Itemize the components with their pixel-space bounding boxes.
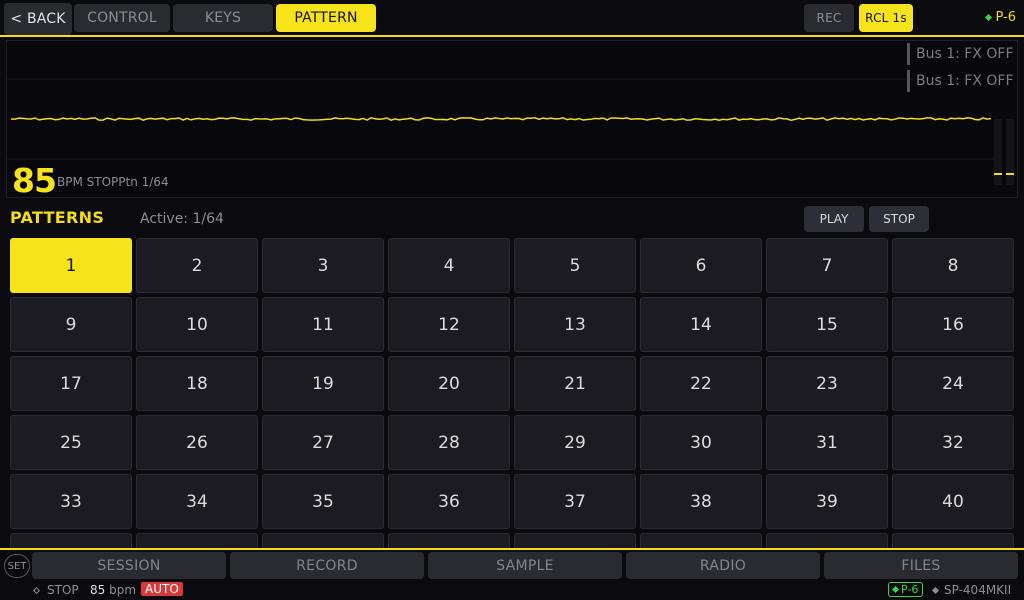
- bpm-number: 85: [90, 583, 106, 597]
- pattern-pad[interactable]: 6: [640, 238, 762, 293]
- tab-pattern[interactable]: PATTERN: [276, 4, 376, 32]
- tab-keys[interactable]: KEYS: [173, 4, 273, 32]
- pattern-pad[interactable]: 2: [136, 238, 258, 293]
- pattern-pad[interactable]: 13: [514, 297, 636, 352]
- bus-label: Bus 1: FX OFF: [907, 43, 1015, 65]
- waveform-panel: Bus 1: FX OFF Bus 1: FX OFF 85 BPM STOPP…: [6, 40, 1018, 200]
- pattern-pad[interactable]: 5: [514, 238, 636, 293]
- pattern-pad[interactable]: 26: [136, 415, 258, 470]
- transport-status: STOP: [32, 583, 79, 597]
- pattern-pad[interactable]: 39: [766, 474, 888, 529]
- waveform-display: [7, 78, 997, 160]
- pattern-pad[interactable]: 15: [766, 297, 888, 352]
- pattern-pad[interactable]: 46: [640, 533, 762, 548]
- nav-sample[interactable]: SAMPLE: [428, 552, 622, 579]
- pattern-pad[interactable]: 7: [766, 238, 888, 293]
- device-badge-label: P-6: [901, 583, 919, 596]
- pattern-pad[interactable]: 25: [10, 415, 132, 470]
- pattern-pad[interactable]: 17: [10, 356, 132, 411]
- waveform-line: [10, 117, 992, 122]
- pattern-pad[interactable]: 14: [640, 297, 762, 352]
- pattern-pad[interactable]: 21: [514, 356, 636, 411]
- tab-control[interactable]: CONTROL: [74, 4, 170, 32]
- pattern-pad[interactable]: 22: [640, 356, 762, 411]
- pattern-pad[interactable]: 10: [136, 297, 258, 352]
- divider: [0, 548, 1024, 550]
- pattern-pad[interactable]: 42: [136, 533, 258, 548]
- nav-radio[interactable]: RADIO: [626, 552, 820, 579]
- status-bpm: 85 bpm: [90, 583, 136, 597]
- pattern-pad[interactable]: 19: [262, 356, 384, 411]
- pattern-pad[interactable]: 44: [388, 533, 510, 548]
- nav-files[interactable]: FILES: [824, 552, 1018, 579]
- pattern-pad[interactable]: 30: [640, 415, 762, 470]
- pattern-pad[interactable]: 36: [388, 474, 510, 529]
- pattern-pad[interactable]: 31: [766, 415, 888, 470]
- pattern-pad[interactable]: 35: [262, 474, 384, 529]
- pattern-pad[interactable]: 45: [514, 533, 636, 548]
- bpm-value: 85: [12, 161, 57, 200]
- pattern-pad[interactable]: 16: [892, 297, 1014, 352]
- pattern-pad[interactable]: 38: [640, 474, 762, 529]
- recall-button[interactable]: RCL 1s: [859, 4, 913, 32]
- auto-badge: AUTO: [141, 582, 183, 596]
- pattern-pad[interactable]: 41: [10, 533, 132, 548]
- pattern-pad[interactable]: 43: [262, 533, 384, 548]
- pattern-pad[interactable]: 11: [262, 297, 384, 352]
- pattern-pad[interactable]: 40: [892, 474, 1014, 529]
- pattern-pad[interactable]: 48: [892, 533, 1014, 548]
- model-icon: [931, 586, 940, 594]
- pattern-pad[interactable]: 32: [892, 415, 1014, 470]
- back-button[interactable]: < BACK: [4, 3, 72, 35]
- pattern-pad[interactable]: 34: [136, 474, 258, 529]
- status-bar: STOP 85 bpm AUTO P-6 SP-404MKII: [0, 580, 1024, 600]
- connected-icon: [891, 585, 900, 594]
- pattern-pad[interactable]: 4: [388, 238, 510, 293]
- play-button[interactable]: PLAY: [804, 206, 864, 232]
- pattern-pad[interactable]: 12: [388, 297, 510, 352]
- device-label: P-6: [995, 10, 1016, 25]
- pattern-pad[interactable]: 18: [136, 356, 258, 411]
- stop-button[interactable]: STOP: [869, 206, 929, 232]
- pattern-pad[interactable]: 47: [766, 533, 888, 548]
- nav-session[interactable]: SESSION: [32, 552, 226, 579]
- transport-state: STOP: [47, 583, 79, 597]
- stop-indicator-icon: [32, 586, 41, 594]
- top-bar: < BACK CONTROL KEYS PATTERN REC RCL 1s P…: [0, 0, 1024, 37]
- pattern-pad[interactable]: 27: [262, 415, 384, 470]
- pattern-pad[interactable]: 9: [10, 297, 132, 352]
- pattern-pad[interactable]: 3: [262, 238, 384, 293]
- pattern-pad[interactable]: 20: [388, 356, 510, 411]
- device-indicator: P-6: [985, 10, 1016, 25]
- pattern-pad[interactable]: 24: [892, 356, 1014, 411]
- active-pattern-text: Active: 1/64: [140, 211, 224, 227]
- bpm-unit: bpm: [109, 583, 137, 597]
- nav-record[interactable]: RECORD: [230, 552, 424, 579]
- device-badge: P-6: [888, 582, 924, 597]
- level-meter-right: [1006, 119, 1014, 185]
- settings-button[interactable]: SET: [4, 554, 30, 578]
- rec-button[interactable]: REC: [804, 4, 854, 32]
- model-name: SP-404MKII: [944, 583, 1012, 597]
- pattern-pad[interactable]: 8: [892, 238, 1014, 293]
- transport-info: BPM STOPPtn 1/64: [57, 175, 169, 189]
- pattern-pad[interactable]: 1: [10, 238, 132, 293]
- pattern-pad[interactable]: 28: [388, 415, 510, 470]
- patterns-title: PATTERNS: [10, 208, 105, 227]
- level-meter-left: [994, 119, 1002, 185]
- pattern-pad[interactable]: 29: [514, 415, 636, 470]
- bus-label: Bus 1: FX OFF: [907, 70, 1015, 92]
- pattern-pad[interactable]: 33: [10, 474, 132, 529]
- pattern-pad[interactable]: 23: [766, 356, 888, 411]
- status-dot-icon: [985, 13, 993, 22]
- pattern-pad[interactable]: 37: [514, 474, 636, 529]
- model-label: SP-404MKII: [931, 583, 1012, 597]
- pattern-grid: 1 2 3 4 5 6 7 8 9 10 11 12 13 14 15 16 17 18 19 20 21 22 23 24 2…: [10, 238, 1014, 548]
